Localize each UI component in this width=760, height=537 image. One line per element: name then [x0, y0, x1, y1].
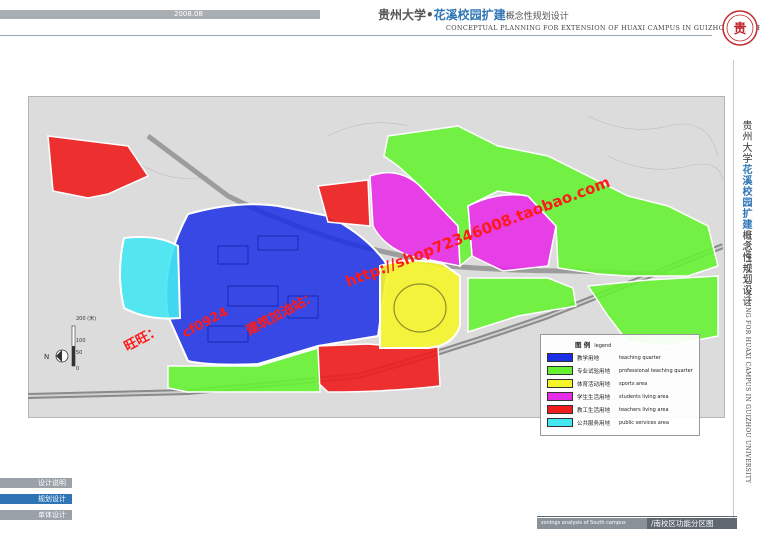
nav-building-design[interactable]: 单体设计 — [0, 510, 72, 520]
header-rule — [0, 35, 712, 36]
side-rule — [733, 60, 734, 520]
legend-title-en: legend — [594, 343, 612, 349]
legend-label-cn: 体育活动用地 — [577, 381, 611, 388]
legend: 图 例 legend 教学用地 teaching quarter 专业试验用地 p… — [540, 334, 700, 436]
footer-caption: zonings analysis of South campus /南校区功能分… — [537, 518, 737, 529]
legend-title: 图 例 legend — [575, 339, 611, 349]
nav-planning-design[interactable]: 规划设计 — [0, 494, 72, 504]
legend-label-en: teaching quarter — [619, 354, 661, 361]
legend-label-en: professional teaching quarter — [619, 367, 693, 374]
legend-item-sports: 体育活动用地 sports area — [547, 379, 647, 388]
legend-swatch — [547, 353, 573, 362]
scale-label-100: 100 — [76, 338, 86, 344]
legend-item-teachers: 教工生活用地 teachers living area — [547, 405, 669, 414]
header-year: 2008.08 — [174, 10, 203, 18]
title-part3: 概念性规划设计 — [505, 12, 569, 22]
legend-label-en: sports area — [619, 380, 648, 387]
title-part2: 花溪校园扩建 — [433, 8, 506, 22]
page-title-english: CONCEPTUAL PLANNING FOR EXTENSION OF HUA… — [446, 24, 760, 32]
scale-label-0: 0 — [76, 366, 79, 372]
legend-swatch — [547, 418, 573, 427]
scale-label-200: 200 (米) — [76, 315, 96, 322]
legend-title-cn: 图 例 — [575, 341, 591, 349]
legend-label-cn: 学生生活用地 — [577, 394, 611, 401]
legend-label-cn: 公共服务用地 — [577, 420, 611, 427]
footer-rule — [537, 516, 737, 517]
legend-swatch — [547, 366, 573, 375]
page-title: 贵州大学•花溪校园扩建概念性规划设计 — [378, 6, 569, 23]
footer-caption-cn: /南校区功能分区图 — [647, 518, 737, 529]
university-seal-icon: 贵 — [722, 10, 758, 46]
north-label: N — [44, 353, 49, 361]
legend-label-en: students living area — [619, 393, 669, 400]
legend-swatch — [547, 405, 573, 414]
north-arrow-icon — [55, 349, 69, 363]
seal-char: 贵 — [733, 21, 746, 37]
zone-public-services — [119, 236, 182, 320]
zone-teachers-south — [315, 343, 441, 393]
legend-item-students: 学生生活用地 students living area — [547, 392, 669, 401]
legend-label-cn: 教工生活用地 — [577, 407, 611, 414]
side-title-part2: 花溪校园扩建 — [740, 164, 751, 230]
zone-teachers-northwest — [47, 135, 150, 199]
scale-bar — [71, 325, 76, 367]
legend-label-en: teachers living area — [619, 406, 669, 413]
legend-swatch — [547, 392, 573, 401]
header-bar — [0, 10, 320, 19]
legend-swatch — [547, 379, 573, 388]
legend-label-en: public services area — [619, 419, 669, 426]
legend-label-cn: 专业试验用地 — [577, 368, 611, 375]
title-part1: 贵州大学• — [378, 8, 434, 22]
legend-item-professional: 专业试验用地 professional teaching quarter — [547, 366, 693, 375]
footer-caption-en: zonings analysis of South campus — [537, 518, 647, 529]
nav-design-notes[interactable]: 设计说明 — [0, 478, 72, 488]
legend-item-teaching: 教学用地 teaching quarter — [547, 353, 661, 362]
side-title-part1: 贵州大学 — [740, 120, 751, 164]
scale-label-50: 50 — [76, 350, 82, 356]
legend-label-cn: 教学用地 — [577, 355, 600, 362]
legend-item-public: 公共服务用地 public services area — [547, 418, 669, 427]
side-title-english: CONCEPTUAL PLANNING FOR HUAXI CAMPUS IN … — [744, 230, 751, 484]
